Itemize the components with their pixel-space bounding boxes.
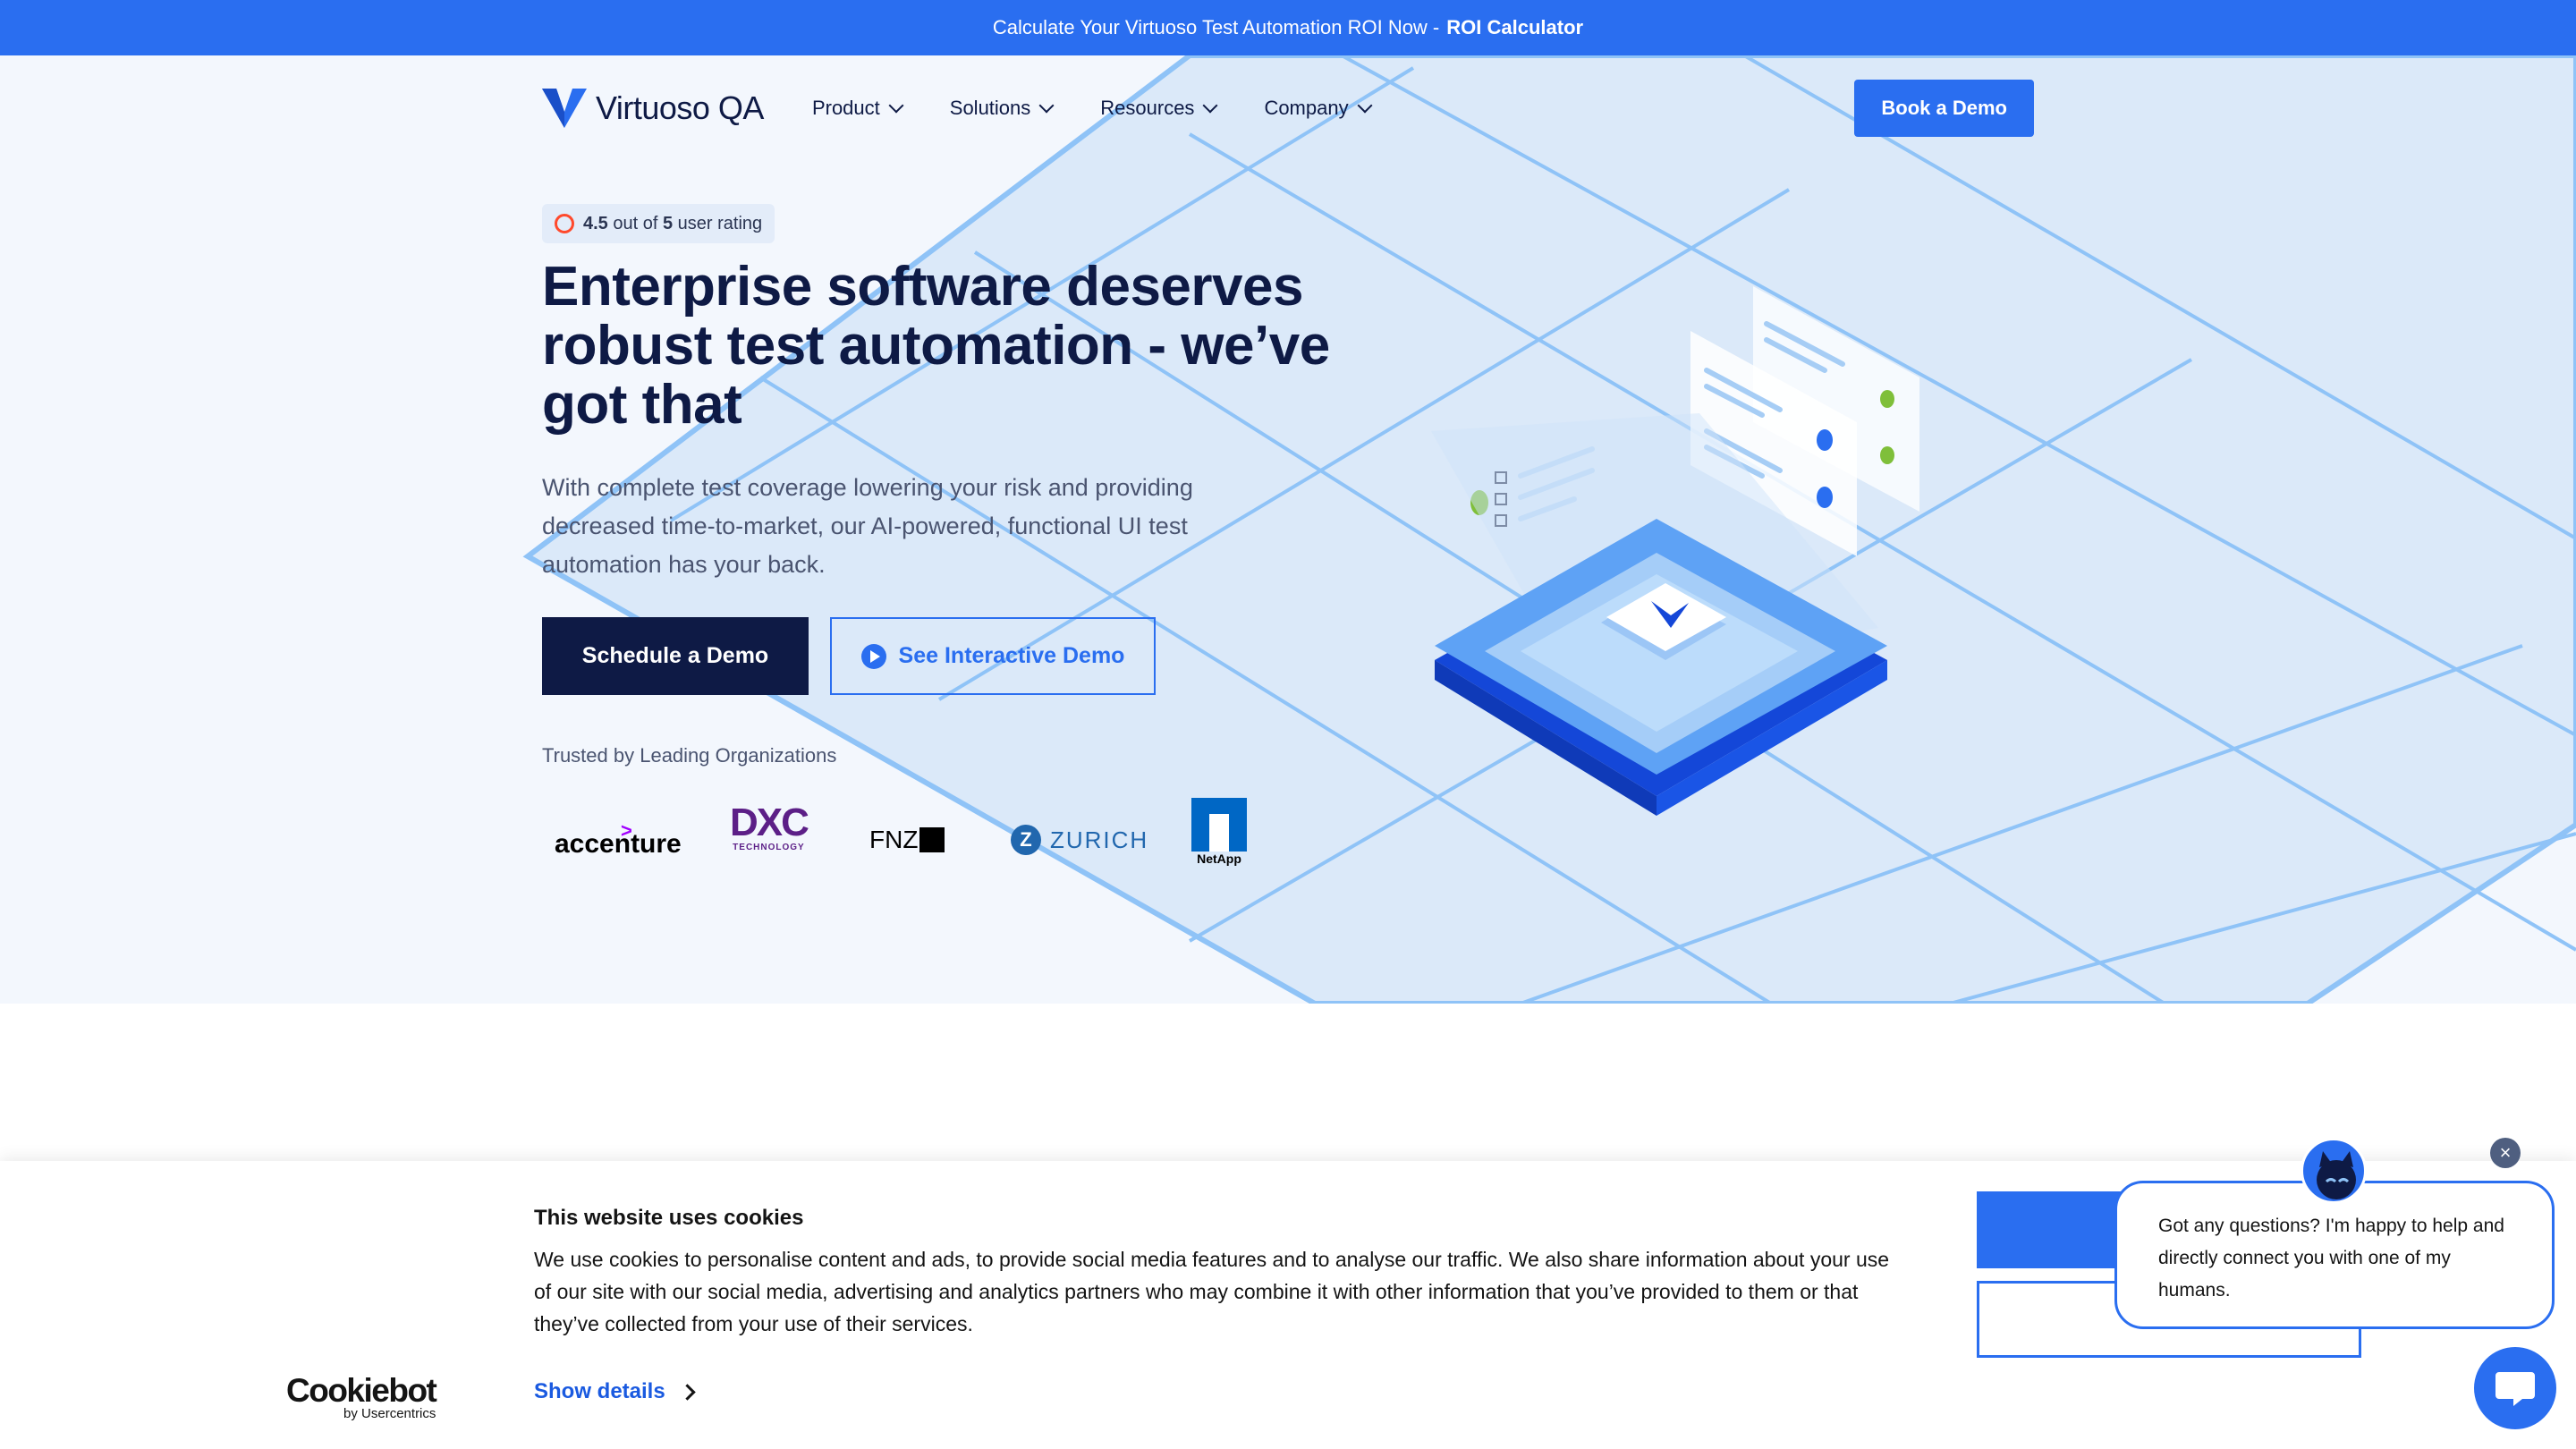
- roi-calculator-link[interactable]: ROI Calculator: [1446, 16, 1583, 39]
- close-icon: ×: [2499, 1141, 2512, 1164]
- cookie-title: This website uses cookies: [534, 1206, 804, 1230]
- show-details-link[interactable]: Show details: [534, 1379, 696, 1404]
- announcement-bar[interactable]: Calculate Your Virtuoso Test Automation …: [0, 0, 2576, 55]
- hero-isometric-grid: [522, 55, 2576, 1004]
- book-demo-button[interactable]: Book a Demo: [1854, 80, 2034, 137]
- hero-section: Virtuoso QA Product Solutions Resources …: [0, 55, 2576, 1004]
- cookie-text: We use cookies to personalise content an…: [534, 1248, 1890, 1335]
- chevron-right-icon: [679, 1383, 696, 1401]
- rating-max: 5: [662, 213, 674, 233]
- chat-close-button[interactable]: ×: [2490, 1138, 2521, 1168]
- play-icon: [860, 643, 886, 669]
- nav-item-label: Company: [1264, 97, 1349, 119]
- hero-headline: Enterprise software deserves robust test…: [542, 256, 1330, 436]
- schedule-demo-button[interactable]: Schedule a Demo: [542, 617, 809, 695]
- announcement-text: Calculate Your Virtuoso Test Automation …: [992, 16, 1440, 38]
- cookiebot-logo: Cookiebot by Usercentrics: [286, 1372, 437, 1422]
- nav-item-label: Solutions: [949, 97, 1031, 119]
- main-nav: Virtuoso QA Product Solutions Resources …: [542, 79, 2034, 138]
- chevron-down-icon: [1202, 97, 1218, 114]
- trusted-label: Trusted by Leading Organizations: [542, 744, 837, 767]
- logo-text: Virtuoso QA: [596, 89, 764, 126]
- nav-item-label: Product: [811, 97, 880, 119]
- zurich-logo: Z ZURICH: [1011, 818, 1148, 862]
- chat-message: Got any questions? I'm happy to help and…: [2158, 1216, 2504, 1301]
- chevron-down-icon: [1357, 97, 1373, 114]
- client-logos: accenture > DXC TECHNOLOGY FNZ Z ZURICH …: [542, 798, 1258, 905]
- accenture-logo: accenture >: [555, 819, 682, 859]
- chat-bot-avatar: [2301, 1138, 2367, 1204]
- chevron-down-icon: [888, 97, 904, 114]
- rating-badge: 4.5 out of 5 user rating: [542, 204, 775, 243]
- dxc-logo: DXC TECHNOLOGY: [730, 801, 809, 853]
- nav-item-product[interactable]: Product: [811, 97, 904, 120]
- hero-subtext: With complete test coverage lowering you…: [542, 474, 1193, 578]
- rating-text: 4.5 out of 5 user rating: [583, 214, 762, 234]
- rating-mid: out of: [613, 213, 658, 233]
- nav-item-resources[interactable]: Resources: [1100, 97, 1218, 120]
- chevron-down-icon: [1038, 97, 1055, 114]
- interactive-demo-button[interactable]: See Interactive Demo: [830, 617, 1156, 695]
- logo[interactable]: Virtuoso QA: [542, 89, 764, 128]
- fnz-logo: FNZ: [869, 818, 945, 862]
- nav-item-label: Resources: [1100, 97, 1195, 119]
- interactive-demo-label: See Interactive Demo: [898, 643, 1125, 668]
- chat-launcher-button[interactable]: [2474, 1347, 2556, 1429]
- show-details-label: Show details: [534, 1379, 665, 1403]
- rating-suffix: user rating: [677, 213, 763, 233]
- nav-item-company[interactable]: Company: [1264, 97, 1373, 120]
- nav-item-solutions[interactable]: Solutions: [949, 97, 1055, 120]
- virtuoso-logo-icon: [542, 89, 587, 128]
- chat-icon: [2496, 1372, 2535, 1406]
- nav-menu: Product Solutions Resources Company: [811, 97, 1373, 120]
- rating-score: 4.5: [583, 213, 608, 233]
- g2-icon: [555, 214, 574, 233]
- netapp-logo: NetApp: [1191, 798, 1247, 866]
